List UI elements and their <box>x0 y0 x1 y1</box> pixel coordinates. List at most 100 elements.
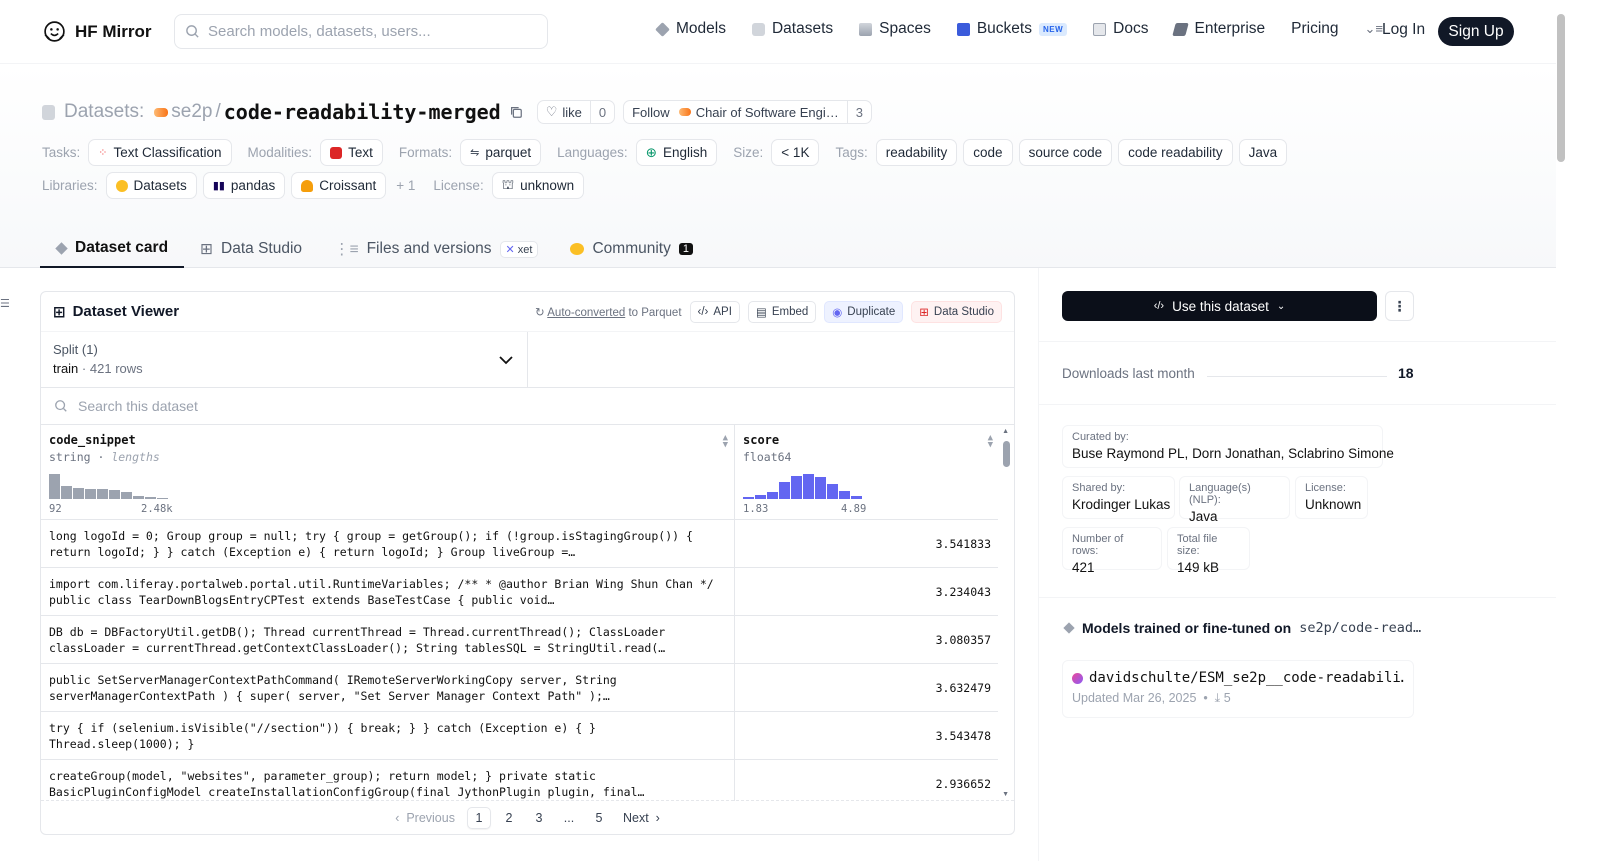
nav-pricing[interactable]: Pricing <box>1291 20 1338 38</box>
dataset-card-icon <box>55 241 68 255</box>
column-subtype: lengths <box>111 450 160 464</box>
modality-chip[interactable]: Text <box>320 139 383 166</box>
follow-label: Follow <box>632 104 670 120</box>
tag-chip[interactable]: Java <box>1238 139 1288 166</box>
tag-chip[interactable]: readability <box>875 139 958 166</box>
table-row[interactable]: DB db = DBFactoryUtil.getDB(); Thread cu… <box>41 616 999 664</box>
license-chip[interactable]: ⛫ unknown <box>491 172 585 199</box>
tab-dataset-card[interactable]: Dataset card <box>40 230 185 268</box>
tag-chip[interactable]: code readability <box>1118 139 1233 166</box>
table-scrollbar[interactable]: ▲ ▼ <box>998 425 1014 801</box>
page-2[interactable]: 2 <box>497 807 521 829</box>
table-row[interactable]: try { if (selenium.isVisible("//section"… <box>41 712 999 760</box>
page-1[interactable]: 1 <box>466 806 491 829</box>
signup-button[interactable]: Sign Up <box>1438 17 1514 46</box>
data-studio-button[interactable]: ⊞ Data Studio <box>911 300 1002 323</box>
org-avatar-icon <box>154 107 169 117</box>
repo-name[interactable]: code-readability-merged <box>224 100 501 124</box>
api-button[interactable]: ‹/› API <box>689 300 740 323</box>
score-histogram <box>743 474 862 499</box>
split-select[interactable]: Split (1) train · 421 rows <box>41 332 528 387</box>
global-search[interactable] <box>174 14 548 49</box>
histogram-bar <box>839 491 850 499</box>
data-studio-label: Data Studio <box>933 305 994 318</box>
pandas-icon: ▮▮ <box>212 180 225 192</box>
follow-button[interactable]: Follow Chair of Software Engi… 3 <box>623 100 872 124</box>
table-row[interactable]: import com.liferay.portalweb.portal.util… <box>41 568 999 616</box>
data-table: code_snippet string · lengths 92 2.48k ▲… <box>41 425 1014 801</box>
column-header-code-snippet[interactable]: code_snippet string · lengths 92 2.48k ▲… <box>41 425 735 520</box>
language-chip[interactable]: ⊕ English <box>635 139 718 166</box>
pagination: ‹ Previous 1 2 3 ... 5 Next › <box>41 800 1014 834</box>
library-chip-datasets[interactable]: Datasets <box>105 172 197 199</box>
page-5[interactable]: 5 <box>587 807 611 829</box>
size-chip[interactable]: < 1K <box>771 139 820 166</box>
tag-chip[interactable]: code <box>963 139 1013 166</box>
brand-logo[interactable]: HF Mirror <box>42 19 152 44</box>
table-row[interactable]: public SetServerManagerContextPathComman… <box>41 664 999 712</box>
nav-docs[interactable]: Docs <box>1093 20 1148 38</box>
embed-button[interactable]: ▤ Embed <box>747 300 817 323</box>
meta-row-1: Tasks: ⁘ Text Classification Modalities: … <box>42 139 1288 166</box>
login-link[interactable]: Log In <box>1382 21 1425 39</box>
license-value: unknown <box>520 178 575 193</box>
sort-icon[interactable]: ▲ ▼ <box>988 434 993 450</box>
table-row[interactable]: createGroup(model, "websites", parameter… <box>41 760 999 801</box>
library-chip-croissant[interactable]: Croissant <box>291 172 387 199</box>
page-3[interactable]: 3 <box>527 807 551 829</box>
like-button[interactable]: ♡ like 0 <box>536 100 616 124</box>
scroll-up-icon[interactable]: ▲ <box>1002 428 1009 435</box>
models-title-text: Models trained or fine-tuned on <box>1082 620 1292 636</box>
table-row[interactable]: long logoId = 0; Group group = null; try… <box>41 520 999 568</box>
languages-label: Languages: <box>557 145 628 160</box>
use-dataset-button[interactable]: ‹/› Use this dataset ⌄ <box>1062 291 1377 321</box>
auto-converted-note[interactable]: ↻ Auto-converted to Parquet <box>535 305 681 319</box>
viewer-title: ⊞ Dataset Viewer <box>53 303 179 321</box>
repo-owner[interactable]: se2p <box>171 101 212 123</box>
nav-buckets[interactable]: Buckets NEW <box>956 20 1068 38</box>
modalities-label: Modalities: <box>247 145 313 160</box>
nav-enterprise[interactable]: Enterprise <box>1172 20 1265 38</box>
model-card[interactable]: davidschulte/ESM_se2p__code-readabili… U… <box>1062 660 1414 718</box>
duplicate-button[interactable]: ◉ Duplicate <box>824 300 904 323</box>
column-header-score[interactable]: score float64 1.83 4.89 ▲ ▼ <box>735 425 999 520</box>
dataset-search[interactable]: Search this dataset <box>41 388 1014 425</box>
next-page[interactable]: Next › <box>617 807 666 829</box>
score-cell: 3.234043 <box>935 584 991 599</box>
license-label: License: <box>433 178 484 193</box>
auto-converted-link[interactable]: Auto-converted <box>547 307 625 319</box>
xet-badge: ✕ xet <box>499 240 539 258</box>
path-separator: / <box>215 101 221 122</box>
more-options-button[interactable]: ⋮ <box>1385 291 1414 321</box>
tab-files[interactable]: ⋮≡ Files and versions ✕ xet <box>318 230 554 268</box>
format-chip[interactable]: ⇋ parquet <box>460 139 542 166</box>
follow-count: 3 <box>846 101 871 123</box>
scrollbar-thumb[interactable] <box>1003 441 1010 467</box>
card-value: 149 kB <box>1177 560 1220 575</box>
score-cell: 3.541833 <box>935 536 991 551</box>
nav-spaces[interactable]: Spaces <box>859 20 931 38</box>
task-chip[interactable]: ⁘ Text Classification <box>88 139 232 166</box>
previous-page[interactable]: ‹ Previous <box>389 807 461 829</box>
tab-data-studio[interactable]: ⊞ Data Studio <box>184 230 318 268</box>
code-icon: ‹/› <box>1153 300 1165 312</box>
scroll-down-icon[interactable]: ▼ <box>1002 791 1009 798</box>
sort-icon[interactable]: ▲ ▼ <box>723 434 728 450</box>
library-chip-pandas[interactable]: ▮▮ pandas <box>202 172 286 199</box>
page-scrollbar-thumb[interactable] <box>1557 14 1565 162</box>
histogram-bar <box>779 482 790 499</box>
column-name: score <box>743 433 780 447</box>
datasets-label[interactable]: Datasets: <box>64 101 144 123</box>
libraries-more[interactable]: + 1 <box>396 178 415 193</box>
score-cell: 3.543478 <box>935 728 991 743</box>
side-menu-icon[interactable]: ☰ <box>0 297 10 310</box>
nav-datasets[interactable]: Datasets <box>751 20 834 38</box>
copy-icon[interactable] <box>509 105 523 119</box>
nav-more[interactable]: ⌄≡ <box>1365 21 1383 37</box>
nav-datasets-label: Datasets <box>771 20 834 37</box>
tag-chip[interactable]: source code <box>1018 139 1113 166</box>
code-cell: long logoId = 0; Group group = null; try… <box>41 520 735 567</box>
tab-community[interactable]: Community 1 <box>554 230 709 268</box>
nav-models[interactable]: Models <box>655 20 726 38</box>
search-input[interactable] <box>208 23 528 40</box>
